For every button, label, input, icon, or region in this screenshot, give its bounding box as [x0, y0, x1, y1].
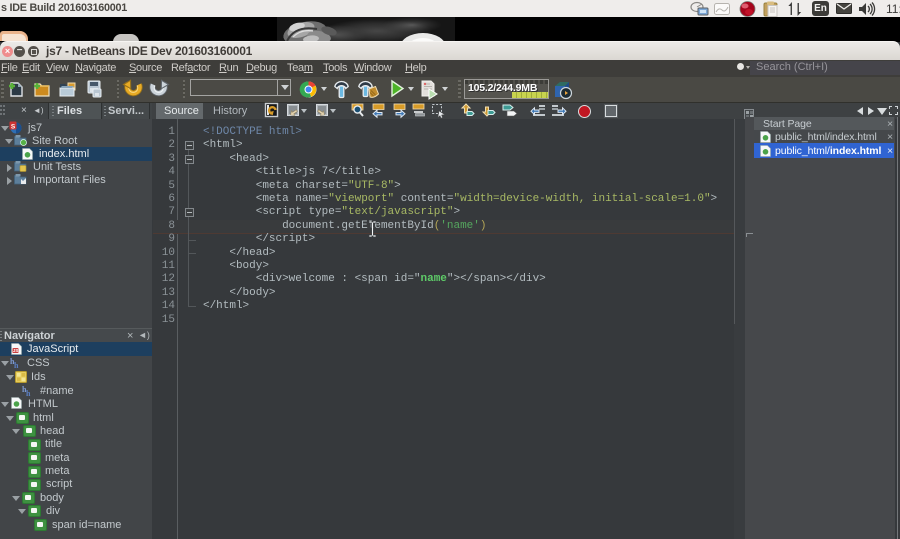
svg-text:h: h [26, 389, 31, 398]
svg-text:h: h [14, 361, 19, 370]
svg-text:JS: JS [13, 348, 19, 353]
svg-text:S: S [11, 123, 16, 130]
